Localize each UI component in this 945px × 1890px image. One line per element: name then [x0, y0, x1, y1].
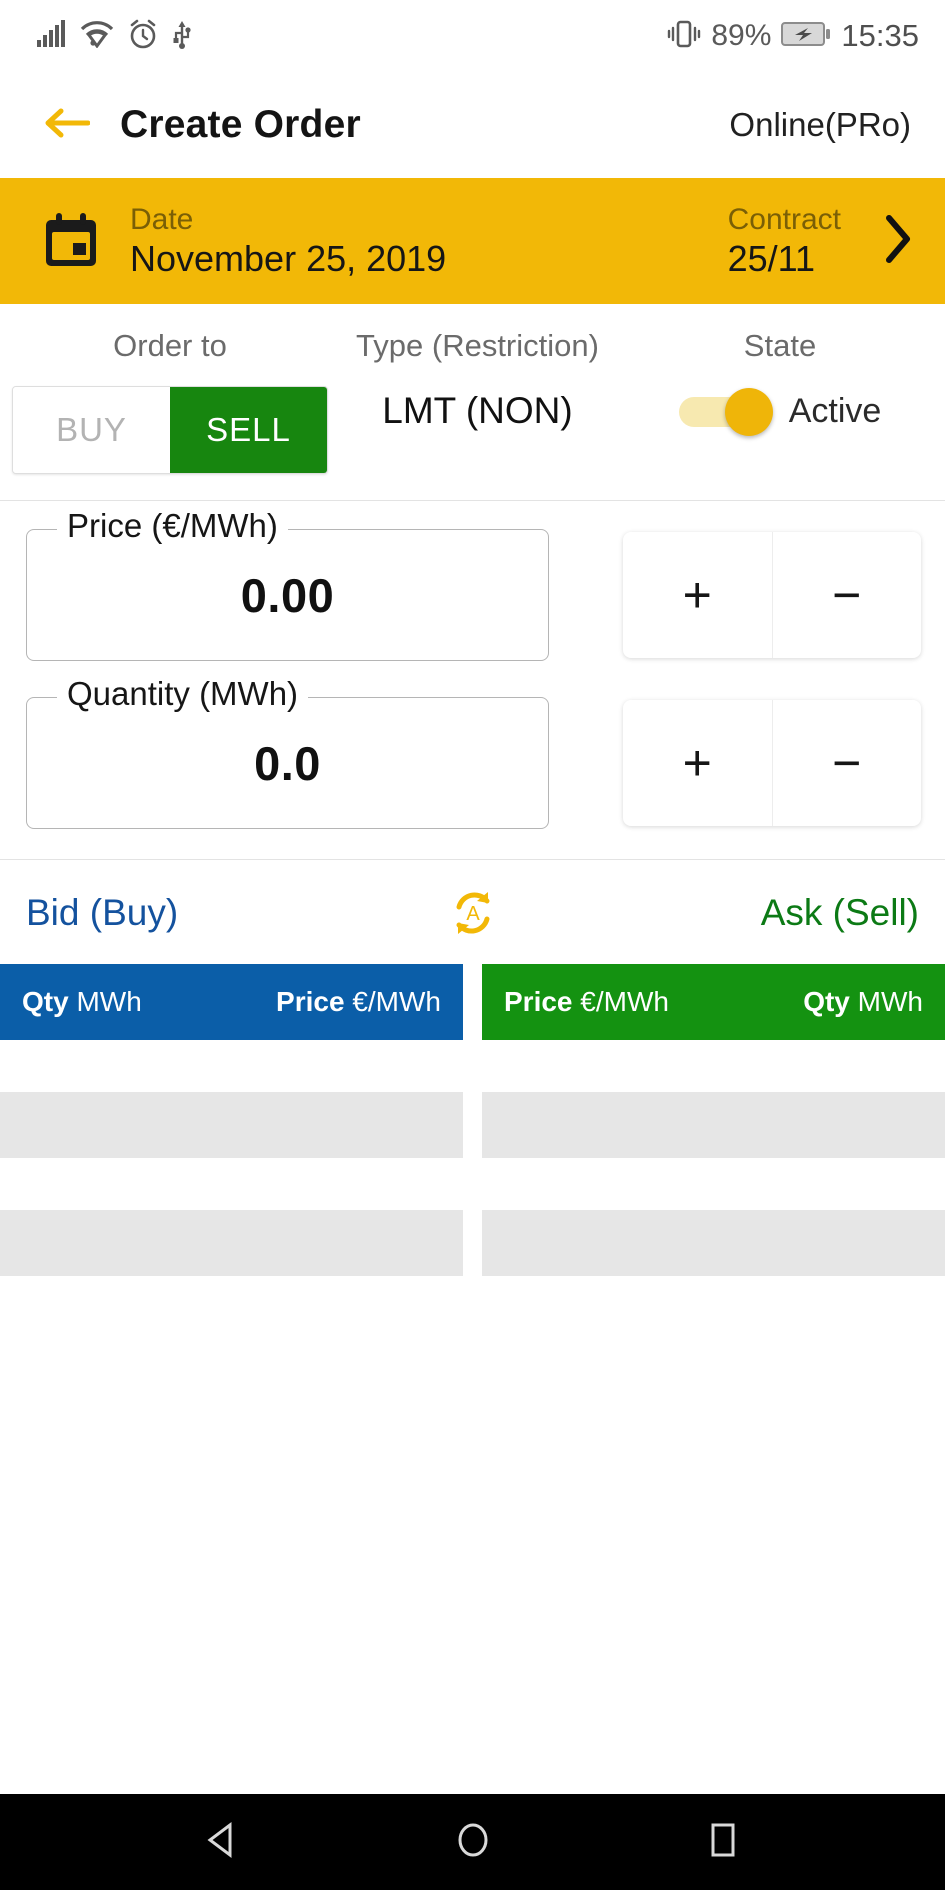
- quantity-increment-button[interactable]: +: [623, 700, 772, 826]
- order-input-section: Price (€/MWh) 0.00 + − Quantity (MWh) 0.…: [0, 501, 945, 860]
- order-to-label: Order to: [113, 328, 227, 363]
- bid-rows: [0, 1040, 463, 1276]
- ask-header-price-bold: Price: [504, 986, 573, 1017]
- date-contract-bar[interactable]: Date November 25, 2019 Contract 25/11: [0, 178, 945, 304]
- order-type-group: Type (Restriction) LMT (NON): [340, 328, 615, 432]
- ask-row-placeholder: [482, 1210, 945, 1276]
- contract-label: Contract: [727, 202, 841, 236]
- ask-rows: [482, 1040, 945, 1276]
- order-type-value[interactable]: LMT (NON): [382, 390, 572, 432]
- auto-refresh-icon[interactable]: A: [446, 886, 500, 940]
- switch-knob: [724, 388, 773, 436]
- price-increment-button[interactable]: +: [623, 532, 772, 658]
- app-screen: 89% 15:35 Create Order Online(PRo) Date …: [0, 0, 945, 1890]
- vibrate-icon: [667, 19, 701, 54]
- ask-header-price-unit: €/MWh: [580, 986, 669, 1017]
- bid-column: Qty MWh Price €/MWh: [0, 964, 463, 1276]
- nav-home-button[interactable]: [438, 1807, 508, 1877]
- quantity-input[interactable]: Quantity (MWh) 0.0: [26, 675, 549, 829]
- status-bar-right: 89% 15:35: [657, 18, 919, 54]
- state-value: Active: [788, 391, 882, 430]
- ask-title: Ask (Sell): [760, 892, 919, 933]
- svg-text:A: A: [466, 903, 480, 925]
- contract-next-button[interactable]: [881, 213, 915, 270]
- price-input[interactable]: Price (€/MWh) 0.00: [26, 507, 549, 661]
- order-options-section: Order to BUY SELL Type (Restriction) LMT…: [0, 304, 945, 501]
- order-state-group: State Active: [615, 328, 945, 436]
- contract-value: 25/11: [727, 238, 816, 280]
- ask-header-qty-unit: MWh: [857, 986, 923, 1017]
- ask-header-qty: Qty MWh: [803, 986, 923, 1018]
- bid-row-placeholder: [0, 1210, 463, 1276]
- system-nav-bar: [0, 1794, 945, 1890]
- ask-column: Price €/MWh Qty MWh: [482, 964, 945, 1276]
- wifi-icon: [80, 20, 114, 53]
- page-title: Create Order: [120, 103, 361, 146]
- bid-header-price-bold: Price: [276, 986, 345, 1017]
- bid-header-qty: Qty MWh: [22, 986, 142, 1018]
- nav-back-icon: [200, 1817, 246, 1868]
- nav-recents-icon: [700, 1817, 746, 1868]
- order-book-header: Bid (Buy) A Ask (Sell): [0, 860, 945, 964]
- contract-block[interactable]: Contract 25/11: [728, 202, 841, 281]
- back-button[interactable]: [36, 94, 98, 156]
- chevron-right-icon: [881, 213, 915, 270]
- quantity-stepper: + −: [623, 700, 921, 826]
- order-book-columns: Qty MWh Price €/MWh Price €/MWh Qty MWh: [0, 964, 945, 1276]
- connection-status[interactable]: Online(PRo): [729, 106, 917, 144]
- ask-header-qty-bold: Qty: [803, 986, 850, 1017]
- usb-icon: [172, 19, 192, 54]
- price-decrement-button[interactable]: −: [771, 532, 922, 658]
- bid-header-qty-unit: MWh: [76, 986, 142, 1017]
- quantity-value: 0.0: [254, 736, 321, 790]
- price-row: Price (€/MWh) 0.00 + −: [0, 507, 945, 661]
- ask-table-header: Price €/MWh Qty MWh: [482, 964, 945, 1040]
- clock-label: 15:35: [841, 18, 919, 53]
- app-bar: Create Order Online(PRo): [0, 72, 945, 178]
- alarm-icon: [128, 19, 158, 54]
- signal-icon: [36, 19, 66, 53]
- buy-sell-toggle[interactable]: BUY SELL: [12, 386, 328, 474]
- bid-row-placeholder: [0, 1092, 463, 1158]
- date-block[interactable]: Date November 25, 2019: [130, 202, 550, 281]
- status-bar-left: [36, 19, 206, 54]
- order-to-group: Order to BUY SELL: [0, 328, 340, 474]
- bid-header-qty-bold: Qty: [22, 986, 69, 1017]
- price-value: 0.00: [240, 568, 335, 622]
- buy-button[interactable]: BUY: [13, 387, 170, 473]
- state-toggle-switch[interactable]: [678, 388, 773, 436]
- ask-row-placeholder: [482, 1092, 945, 1158]
- sell-button[interactable]: SELL: [170, 387, 327, 473]
- state-label: State: [743, 328, 817, 363]
- ask-header-price: Price €/MWh: [504, 986, 669, 1018]
- bid-header-price-unit: €/MWh: [352, 986, 441, 1017]
- battery-percent-label: 89%: [711, 19, 772, 52]
- order-type-label: Type (Restriction): [356, 328, 599, 363]
- bid-table-header: Qty MWh Price €/MWh: [0, 964, 463, 1040]
- date-value: November 25, 2019: [130, 238, 447, 280]
- price-stepper: + −: [623, 532, 921, 658]
- calendar-icon: [40, 210, 102, 272]
- status-bar: 89% 15:35: [0, 0, 945, 72]
- date-label: Date: [130, 202, 194, 236]
- bid-title: Bid (Buy): [26, 892, 179, 933]
- nav-back-button[interactable]: [188, 1807, 258, 1877]
- quantity-row: Quantity (MWh) 0.0 + −: [0, 675, 945, 829]
- bid-header-price: Price €/MWh: [276, 986, 441, 1018]
- order-book-section: Bid (Buy) A Ask (Sell) Qty MWh Price €/M…: [0, 860, 945, 1794]
- back-arrow-icon: [44, 105, 91, 146]
- battery-charging-icon: [781, 20, 831, 53]
- nav-recents-button[interactable]: [688, 1807, 758, 1877]
- quantity-decrement-button[interactable]: −: [771, 700, 922, 826]
- nav-home-icon: [450, 1817, 496, 1868]
